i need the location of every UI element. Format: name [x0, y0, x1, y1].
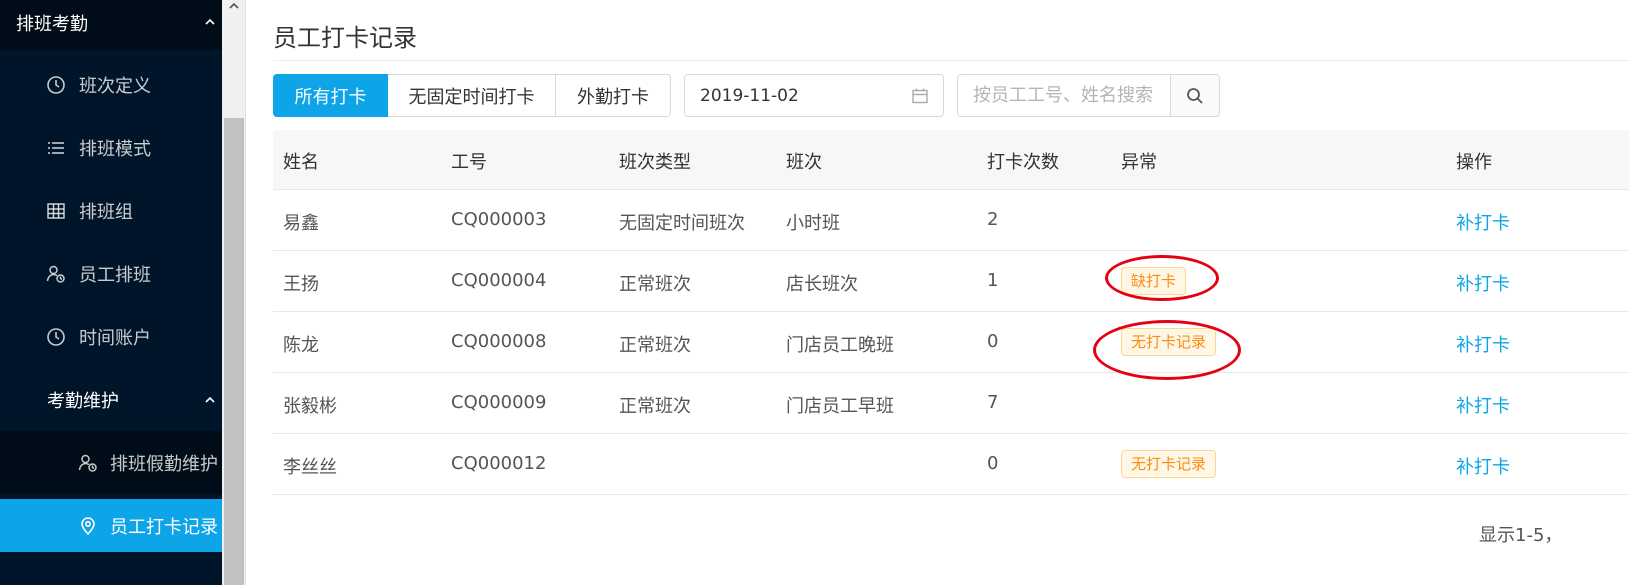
clock-icon [47, 328, 65, 346]
list-icon [48, 142, 64, 154]
column-header-shift: 班次 [786, 152, 822, 173]
scrollbar-thumb[interactable] [224, 118, 244, 585]
sidebar-subgroup-label: 考勤维护 [47, 391, 119, 412]
sidebar-subgroup-attendance[interactable]: 考勤维护 [0, 368, 222, 431]
cell-id: CQ000009 [451, 392, 547, 413]
sidebar-group-scheduling[interactable]: 排班考勤 [0, 0, 222, 50]
cell-shift-type: 正常班次 [619, 396, 691, 417]
cell-name: 张毅彬 [283, 396, 337, 417]
cell-id: CQ000003 [451, 209, 547, 230]
table-row: 王扬 CQ000004 正常班次 店长班次 1 缺打卡 补打卡 [273, 251, 1629, 312]
reclock-link[interactable]: 补打卡 [1456, 453, 1510, 479]
reclock-link[interactable]: 补打卡 [1456, 331, 1510, 357]
column-header-abnormal: 异常 [1121, 152, 1157, 173]
sidebar-item-label: 排班模式 [79, 139, 151, 160]
column-header-id: 工号 [451, 152, 487, 173]
cell-shift-type: 无固定时间班次 [619, 213, 745, 234]
sidebar-scrollbar[interactable] [222, 0, 246, 585]
abnormal-badge: 无打卡记录 [1121, 450, 1217, 478]
scroll-up-arrow-icon[interactable] [228, 1, 240, 11]
column-header-name: 姓名 [283, 152, 319, 173]
column-header-count: 打卡次数 [987, 152, 1059, 173]
sidebar-item-employee-scheduling[interactable]: 员工排班 [0, 242, 222, 305]
cell-name: 易鑫 [283, 213, 319, 234]
location-pin-icon [81, 517, 95, 536]
user-calendar-icon [46, 265, 65, 283]
column-header-shift-type: 班次类型 [619, 152, 691, 173]
cell-shift: 门店员工晚班 [786, 335, 894, 356]
tab-all-clock[interactable]: 所有打卡 [273, 74, 388, 117]
date-value: 2019-11-02 [700, 86, 799, 106]
pagination-summary: 显示1-5， [1479, 525, 1563, 546]
date-picker[interactable]: 2019-11-02 [684, 74, 944, 117]
table-row: 张毅彬 CQ000009 正常班次 门店员工早班 7 补打卡 [273, 373, 1629, 434]
search-icon [1187, 88, 1203, 104]
reclock-link[interactable]: 补打卡 [1456, 392, 1510, 418]
table-row: 易鑫 CQ000003 无固定时间班次 小时班 2 补打卡 [273, 190, 1629, 251]
sidebar-item-label: 员工打卡记录 [110, 517, 218, 538]
abnormal-badge: 缺打卡 [1121, 267, 1187, 295]
table-header: 姓名 工号 班次类型 班次 打卡次数 异常 操作 [273, 130, 1629, 190]
abnormal-badge: 无打卡记录 [1121, 328, 1217, 356]
table-icon [47, 203, 65, 219]
sidebar-group-label: 排班考勤 [16, 14, 88, 35]
cell-id: CQ000008 [451, 331, 547, 352]
column-header-action: 操作 [1456, 152, 1492, 173]
sidebar-item-shift-pattern[interactable]: 排班模式 [0, 116, 222, 179]
reclock-link[interactable]: 补打卡 [1456, 270, 1510, 296]
sidebar-item-label: 排班组 [79, 202, 133, 223]
cell-shift: 小时班 [786, 213, 840, 234]
cell-id: CQ000004 [451, 270, 547, 291]
sidebar-item-leave-maintenance[interactable]: 排班假勤维护 [0, 431, 222, 494]
main-content: 员工打卡记录 所有打卡 无固定时间打卡 外勤打卡 2019-11-02 姓名 工… [247, 0, 1629, 585]
sidebar-item-label: 时间账户 [79, 328, 151, 349]
cell-count: 0 [987, 453, 999, 474]
search-button[interactable] [1170, 75, 1219, 116]
cell-shift: 门店员工早班 [786, 396, 894, 417]
cell-name: 李丝丝 [283, 457, 337, 478]
filter-tabs: 所有打卡 无固定时间打卡 外勤打卡 [273, 74, 671, 117]
sidebar-item-time-account[interactable]: 时间账户 [0, 305, 222, 368]
user-calendar-icon [78, 454, 97, 472]
divider [273, 60, 1629, 61]
reclock-link[interactable]: 补打卡 [1456, 209, 1510, 235]
chevron-up-icon [205, 18, 215, 25]
calendar-icon [912, 88, 928, 104]
cell-name: 陈龙 [283, 335, 319, 356]
cell-shift: 店长班次 [786, 274, 858, 295]
chevron-up-icon [205, 396, 215, 403]
clock-icon [47, 76, 65, 94]
search-input[interactable] [959, 76, 1171, 115]
cell-count: 7 [987, 392, 999, 413]
cell-shift-type: 正常班次 [619, 335, 691, 356]
cell-name: 王扬 [283, 274, 319, 295]
sidebar-item-clock-records[interactable]: 员工打卡记录 [0, 499, 222, 552]
tab-field-clock[interactable]: 外勤打卡 [556, 74, 671, 117]
page-title: 员工打卡记录 [273, 24, 417, 52]
tab-flexible-clock[interactable]: 无固定时间打卡 [388, 74, 556, 117]
sidebar-item-shift-definition[interactable]: 班次定义 [0, 53, 222, 116]
cell-count: 2 [987, 209, 999, 230]
cell-count: 1 [987, 270, 999, 291]
sidebar-item-label: 班次定义 [79, 76, 151, 97]
cell-shift-type: 正常班次 [619, 274, 691, 295]
cell-count: 0 [987, 331, 999, 352]
cell-id: CQ000012 [451, 453, 547, 474]
search-group [957, 74, 1220, 117]
table-row: 李丝丝 CQ000012 0 无打卡记录 补打卡 [273, 434, 1629, 495]
sidebar-item-label: 排班假勤维护 [110, 454, 218, 475]
sidebar-item-label: 员工排班 [79, 265, 151, 286]
sidebar-item-shift-group[interactable]: 排班组 [0, 179, 222, 242]
sidebar: 排班考勤 班次定义 排班模式 排班组 员工排班 时间账户 考勤维护 排班假勤维护… [0, 0, 222, 585]
clock-records-table: 姓名 工号 班次类型 班次 打卡次数 异常 操作 易鑫 CQ000003 无固定… [273, 130, 1629, 495]
table-row: 陈龙 CQ000008 正常班次 门店员工晚班 0 无打卡记录 补打卡 [273, 312, 1629, 373]
